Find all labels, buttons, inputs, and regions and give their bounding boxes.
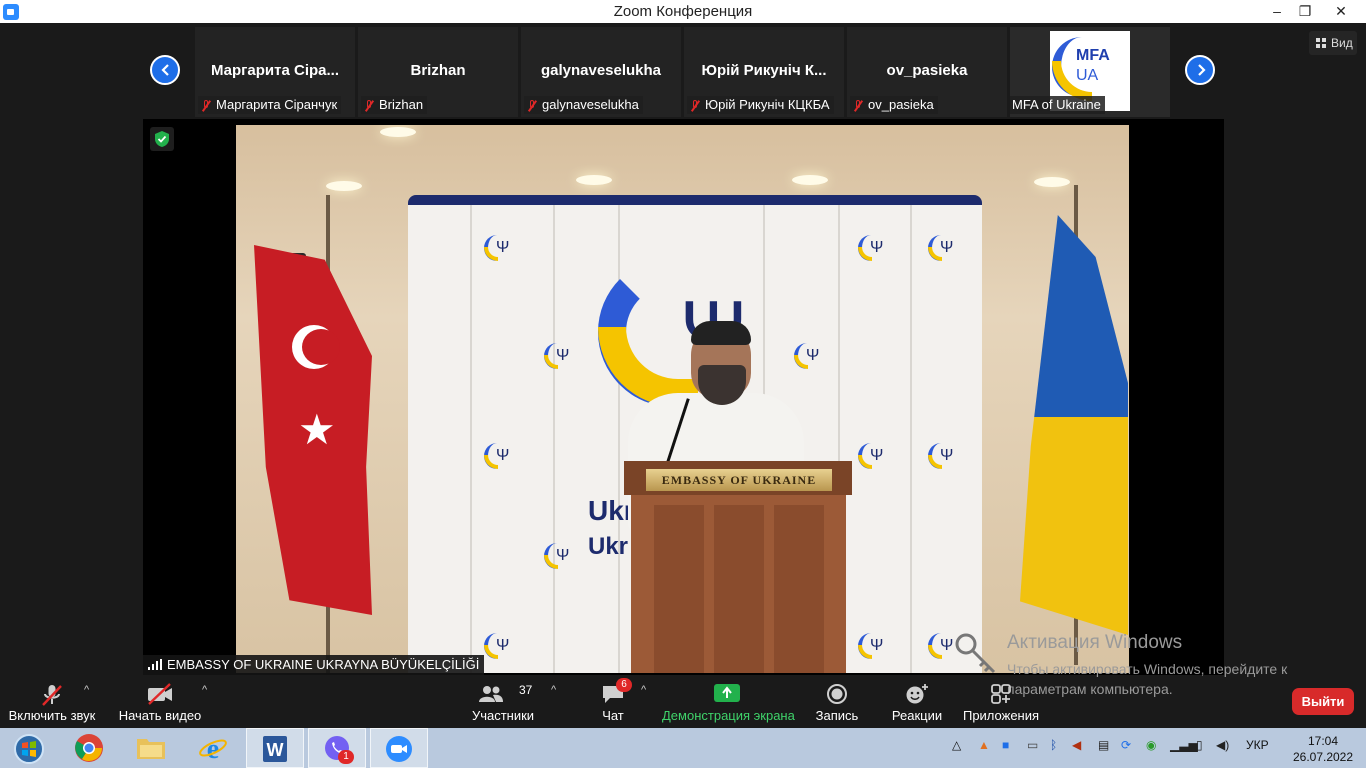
tray-keyboard-icon[interactable]: ▤ <box>1098 738 1109 758</box>
windows-start-icon <box>14 734 44 764</box>
participant-label: ov_pasieka <box>850 96 938 114</box>
participant-name: Brizhan <box>410 62 466 79</box>
chat-button[interactable]: Чат <box>563 676 663 726</box>
close-button[interactable]: ✕ <box>1316 0 1366 23</box>
tray-language[interactable]: УКР <box>1246 738 1269 758</box>
apps-button[interactable]: Приложения <box>951 676 1051 726</box>
participant-tile[interactable]: Маргарита Сіра... Маргарита Сіранчук <box>195 27 355 117</box>
taskbar-word[interactable]: W <box>246 728 304 768</box>
audio-options-caret[interactable]: ^ <box>84 684 89 696</box>
tray-wifi-icon[interactable]: ▁▃▅ <box>1170 738 1198 758</box>
taskbar-chrome[interactable] <box>60 728 118 768</box>
ukrainian-flag <box>1020 215 1128 635</box>
folder-icon <box>137 739 165 759</box>
mic-muted-icon <box>689 99 701 113</box>
mic-muted-icon <box>42 685 62 706</box>
svg-text:W: W <box>267 740 284 760</box>
next-page-button[interactable] <box>1185 55 1215 85</box>
taskbar-viber[interactable] <box>308 728 366 768</box>
view-button[interactable]: Вид <box>1309 31 1357 55</box>
leave-meeting-button[interactable]: Выйти <box>1292 688 1354 715</box>
participant-name: Маргарита Сіра... <box>210 62 340 79</box>
tray-volume-icon[interactable]: ◀) <box>1216 738 1229 758</box>
chat-options-caret[interactable]: ^ <box>641 684 646 696</box>
record-icon <box>827 684 847 704</box>
tray-monitor-icon[interactable]: ▭ <box>1027 738 1038 758</box>
taskbar-ie[interactable]: e <box>184 728 242 768</box>
signal-strength-icon <box>148 659 162 670</box>
tray-zoom-icon[interactable]: ■ <box>1002 738 1009 758</box>
key-watermark-icon <box>955 633 996 674</box>
clock-time: 17:04 <box>1307 734 1339 748</box>
start-video-button[interactable]: Начать видео <box>110 676 210 726</box>
zoom-icon <box>386 736 412 762</box>
tray-nvidia-icon[interactable]: ◉ <box>1146 738 1156 758</box>
reactions-icon <box>906 684 928 704</box>
participant-tile[interactable]: Юрій Рикуніч К... Юрій Рикуніч КЦКБА <box>684 27 844 117</box>
clock-date: 26.07.2022 <box>1292 750 1354 764</box>
share-screen-icon <box>714 684 740 702</box>
internet-explorer-icon: e <box>199 734 227 763</box>
view-button-label: Вид <box>1331 36 1353 50</box>
taskbar-zoom[interactable] <box>370 728 428 768</box>
apps-icon <box>991 684 1011 704</box>
participants-button[interactable]: 37 Участники <box>453 676 553 726</box>
tray-battery-icon[interactable]: ▯ <box>1196 738 1203 758</box>
chevron-right-icon <box>1198 64 1206 76</box>
video-scene: ★ Ψ UkraY Ukr Ψ Ψ Ψ Ψ Ψ Ψ Ψ Ψ Ψ Ψ Ψ Ψ <box>236 125 1129 673</box>
turkish-flag: ★ <box>254 245 372 615</box>
mic-muted-icon <box>526 99 538 113</box>
tray-clock[interactable]: 17:04 26.07.2022 <box>1288 733 1358 765</box>
tray-avast-icon[interactable]: ▲ <box>978 738 990 758</box>
chat-unread-badge: 6 <box>616 678 632 692</box>
word-icon: W <box>263 736 287 762</box>
participant-tile[interactable]: MFA UA MFA of Ukraine <box>1010 27 1170 117</box>
mic-muted-icon <box>363 99 375 113</box>
encryption-shield-icon[interactable] <box>150 127 174 151</box>
tray-update-icon[interactable]: ⟳ <box>1121 738 1131 758</box>
window-title: Zoom Конференция <box>613 3 753 20</box>
start-button[interactable] <box>0 728 58 768</box>
participant-label: Brizhan <box>361 96 428 114</box>
participant-name: galynaveselukha <box>540 62 662 79</box>
video-options-caret[interactable]: ^ <box>202 684 207 696</box>
taskbar-explorer[interactable] <box>122 728 180 768</box>
mic-muted-icon <box>852 99 864 113</box>
mic-muted-icon <box>200 99 212 113</box>
chevron-left-icon <box>161 64 169 76</box>
tray-bluetooth-icon[interactable]: ᛒ <box>1050 738 1057 758</box>
grid-icon <box>1316 38 1326 48</box>
tray-speaker-icon[interactable]: ◀ <box>1072 738 1081 758</box>
participant-name: Юрій Рикуніч К... <box>701 62 827 79</box>
participant-label: Юрій Рикуніч КЦКБА <box>687 96 834 114</box>
tray-network-drive-icon[interactable]: △ <box>952 738 961 758</box>
video-off-icon <box>148 683 172 705</box>
activation-title: Активация Windows <box>1007 632 1183 653</box>
windows-taskbar: e W 1 △ ▲ ■ ▭ ᛒ ◀ ▤ ⟳ ◉ ▁▃▅ ▯ ◀) УКР 17:… <box>0 728 1366 768</box>
share-screen-button[interactable]: Демонстрация экрана <box>662 676 795 726</box>
participant-tile[interactable]: ov_pasieka ov_pasieka <box>847 27 1007 117</box>
participants-count: 37 <box>519 683 533 697</box>
title-bar: Zoom Конференция – ❐ ✕ <box>0 0 1366 23</box>
participants-icon <box>479 686 503 702</box>
participants-options-caret[interactable]: ^ <box>551 684 556 696</box>
active-speaker-label: EMBASSY OF UKRAINE UKRAYNA BÜYÜKELÇİLİĞİ <box>143 655 485 675</box>
viber-unread-badge: 1 <box>338 750 354 764</box>
podium-plate: EMBASSY OF UKRAINE <box>646 469 832 491</box>
participant-tile[interactable]: Brizhan Brizhan <box>358 27 518 117</box>
participant-tile[interactable]: galynaveselukha galynaveselukha <box>521 27 681 117</box>
main-video[interactable]: ★ Ψ UkraY Ukr Ψ Ψ Ψ Ψ Ψ Ψ Ψ Ψ Ψ Ψ Ψ Ψ <box>143 119 1224 675</box>
prev-page-button[interactable] <box>150 55 180 85</box>
participant-label: MFA of Ukraine <box>1010 96 1105 114</box>
participant-label: galynaveselukha <box>524 96 643 114</box>
participant-name: ov_pasieka <box>886 62 968 79</box>
svg-text:e: e <box>207 734 219 763</box>
participant-label: Маргарита Сіранчук <box>198 96 342 114</box>
chrome-icon <box>75 734 103 762</box>
